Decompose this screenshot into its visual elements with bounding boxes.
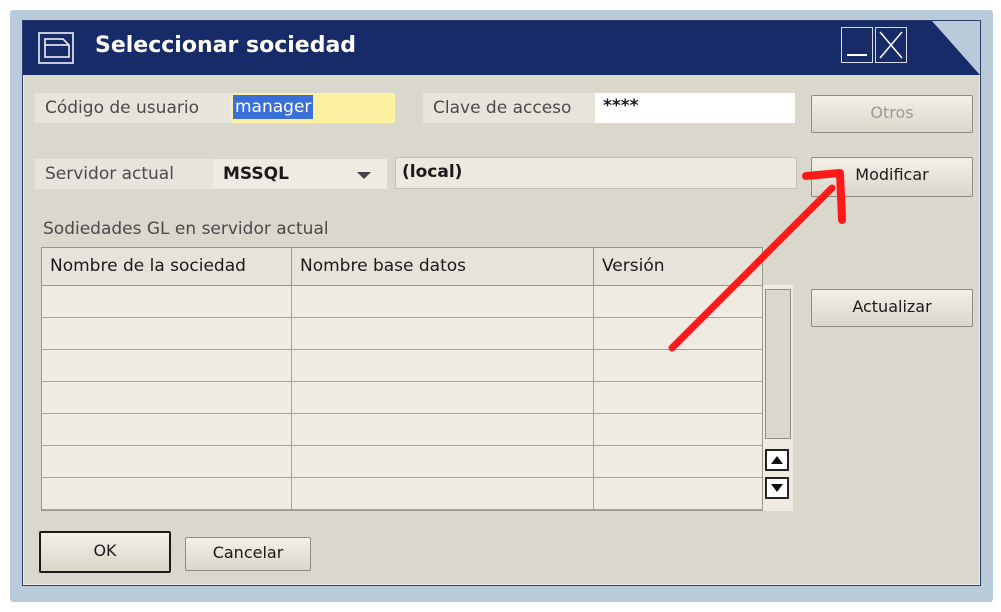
- table-cell[interactable]: [594, 382, 762, 414]
- close-icon: [879, 31, 903, 59]
- title-bar-corner: [932, 21, 980, 75]
- table-cell[interactable]: [594, 478, 762, 510]
- password-field[interactable]: ****: [595, 93, 795, 123]
- table-row[interactable]: [42, 350, 762, 382]
- otros-button[interactable]: Otros: [811, 95, 973, 133]
- table-cell[interactable]: [42, 446, 292, 478]
- table-cell[interactable]: [42, 350, 292, 382]
- server-type-select[interactable]: MSSQL: [213, 159, 387, 189]
- table-cell[interactable]: [42, 414, 292, 446]
- table-row[interactable]: [42, 318, 762, 350]
- window-title: Seleccionar sociedad: [95, 33, 357, 58]
- user-code-value: manager: [233, 95, 314, 119]
- table-cell[interactable]: [594, 350, 762, 382]
- table-scrollbar[interactable]: [763, 285, 793, 511]
- table-cell[interactable]: [42, 478, 292, 510]
- cancel-button[interactable]: Cancelar: [185, 537, 311, 571]
- minimize-button[interactable]: [841, 27, 873, 63]
- companies-table[interactable]: Nombre de la sociedad Nombre base datos …: [41, 247, 763, 511]
- password-label: Clave de acceso: [423, 93, 595, 123]
- user-code-field[interactable]: manager: [231, 93, 395, 123]
- table-cell[interactable]: [594, 318, 762, 350]
- ok-button[interactable]: OK: [39, 531, 171, 573]
- column-header-version[interactable]: Versión: [594, 248, 762, 286]
- modificar-button[interactable]: Modificar: [811, 157, 973, 197]
- user-code-label: Código de usuario: [35, 93, 231, 123]
- arrow-down-icon: [771, 484, 783, 492]
- table-row[interactable]: [42, 478, 762, 510]
- scroll-up-button[interactable]: [765, 449, 789, 471]
- scroll-track[interactable]: [765, 289, 791, 439]
- table-cell[interactable]: [292, 382, 594, 414]
- table-row[interactable]: [42, 286, 762, 318]
- server-name-field[interactable]: (local): [395, 157, 797, 189]
- table-cell[interactable]: [594, 286, 762, 318]
- table-cell[interactable]: [594, 414, 762, 446]
- table-cell[interactable]: [42, 382, 292, 414]
- scroll-down-button[interactable]: [765, 477, 789, 499]
- arrow-up-icon: [771, 456, 783, 464]
- column-header-database-name[interactable]: Nombre base datos: [292, 248, 594, 286]
- server-type-value: MSSQL: [223, 164, 289, 184]
- companies-section-title: Sodiedades GL en servidor actual: [43, 219, 329, 239]
- table-cell[interactable]: [292, 318, 594, 350]
- folder-window-icon: [38, 32, 74, 64]
- actualizar-button[interactable]: Actualizar: [811, 289, 973, 327]
- title-bar[interactable]: Seleccionar sociedad: [23, 21, 980, 75]
- close-button[interactable]: [875, 27, 907, 63]
- chevron-down-icon: [357, 172, 371, 179]
- table-row[interactable]: [42, 414, 762, 446]
- table-cell[interactable]: [292, 478, 594, 510]
- column-header-company-name[interactable]: Nombre de la sociedad: [42, 248, 292, 286]
- table-cell[interactable]: [594, 446, 762, 478]
- table-cell[interactable]: [292, 350, 594, 382]
- table-cell[interactable]: [292, 446, 594, 478]
- current-server-label: Servidor actual: [35, 159, 213, 189]
- select-company-dialog: Seleccionar sociedad Código de usuario m…: [22, 20, 981, 586]
- table-row[interactable]: [42, 446, 762, 478]
- minimize-icon: [847, 54, 867, 56]
- table-cell[interactable]: [292, 286, 594, 318]
- table-cell[interactable]: [292, 414, 594, 446]
- table-row[interactable]: [42, 382, 762, 414]
- table-header: Nombre de la sociedad Nombre base datos …: [42, 248, 762, 286]
- table-cell[interactable]: [42, 286, 292, 318]
- table-cell[interactable]: [42, 318, 292, 350]
